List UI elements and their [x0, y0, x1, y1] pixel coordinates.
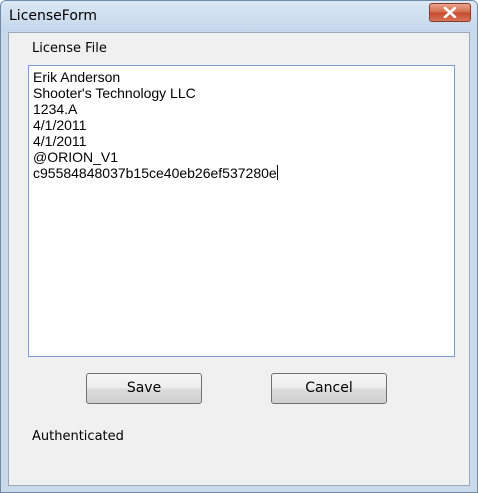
close-button[interactable]	[429, 3, 471, 22]
license-line: 4/1/2011	[33, 133, 87, 149]
save-button[interactable]: Save	[86, 373, 202, 404]
license-file-label: License File	[32, 41, 107, 56]
text-caret	[276, 165, 278, 180]
license-line: 4/1/2011	[33, 117, 87, 133]
cancel-button[interactable]: Cancel	[271, 373, 387, 404]
license-line: Erik Anderson	[33, 69, 121, 85]
title-bar[interactable]: LicenseForm	[1, 1, 477, 31]
status-label: Authenticated	[32, 429, 124, 444]
license-line: Shooter's Technology LLC	[33, 85, 196, 101]
close-icon	[443, 7, 457, 18]
license-line: c95584848037b15ce40eb26ef537280e	[33, 165, 277, 181]
license-line: @ORION_V1	[33, 149, 119, 165]
license-form-window: LicenseForm License File Erik Anderson S…	[0, 0, 478, 493]
license-file-textarea[interactable]: Erik Anderson Shooter's Technology LLC 1…	[28, 65, 455, 357]
window-title: LicenseForm	[9, 8, 98, 24]
license-line: 1234.A	[33, 101, 78, 117]
